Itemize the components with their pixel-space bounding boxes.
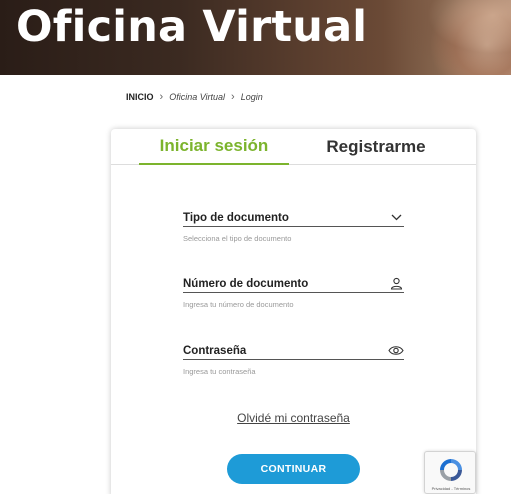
document-type-select[interactable]: Tipo de documento Selecciona el tipo de … bbox=[183, 209, 404, 243]
password-field[interactable]: Contraseña Ingresa tu contraseña bbox=[183, 342, 404, 376]
breadcrumb-separator: › bbox=[231, 91, 235, 103]
password-hint: Ingresa tu contraseña bbox=[183, 367, 256, 376]
password-label: Contraseña bbox=[183, 344, 247, 357]
forgot-password-link[interactable]: Olvidé mi contraseña bbox=[111, 411, 476, 425]
continue-button[interactable]: CONTINUAR bbox=[227, 454, 360, 484]
document-number-label: Número de documento bbox=[183, 277, 309, 290]
document-number-hint: Ingresa tu número de documento bbox=[183, 300, 294, 309]
recaptcha-legal[interactable]: Privacidad - Términos bbox=[425, 486, 477, 491]
page-title: Oficina Virtual bbox=[16, 2, 368, 52]
document-type-label: Tipo de documento bbox=[183, 211, 289, 224]
tab-bar: Iniciar sesión Registrarme bbox=[111, 129, 476, 165]
breadcrumb-current: Login bbox=[240, 92, 263, 102]
document-type-hint: Selecciona el tipo de documento bbox=[183, 234, 292, 243]
breadcrumb-home[interactable]: INICIO bbox=[126, 92, 154, 102]
eye-icon[interactable] bbox=[388, 343, 404, 359]
chevron-down-icon[interactable] bbox=[388, 210, 404, 226]
tab-login[interactable]: Iniciar sesión bbox=[139, 129, 289, 165]
breadcrumb-section[interactable]: Oficina Virtual bbox=[169, 92, 225, 102]
breadcrumb-separator: › bbox=[159, 91, 164, 103]
login-card: Iniciar sesión Registrarme Tipo de docum… bbox=[111, 129, 476, 494]
user-icon bbox=[388, 276, 404, 292]
tab-register[interactable]: Registrarme bbox=[301, 129, 451, 165]
document-number-field[interactable]: Número de documento Ingresa tu número de… bbox=[183, 275, 404, 309]
breadcrumb: INICIO › Oficina Virtual › Login bbox=[126, 90, 263, 104]
recaptcha-icon bbox=[440, 459, 462, 481]
recaptcha-badge[interactable]: Privacidad - Términos bbox=[424, 451, 476, 494]
hero-banner: Oficina Virtual bbox=[0, 0, 511, 75]
